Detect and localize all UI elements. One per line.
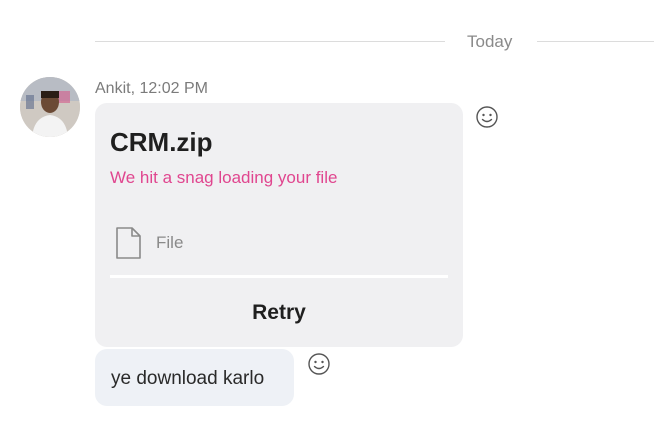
- divider-line-left: [95, 41, 445, 42]
- smiley-icon[interactable]: [307, 352, 331, 376]
- file-attachment-card[interactable]: CRM.zip We hit a snag loading your file …: [95, 103, 463, 347]
- avatar[interactable]: [20, 77, 80, 137]
- message-text: ye download karlo: [111, 368, 265, 389]
- smiley-icon[interactable]: [475, 105, 499, 129]
- file-type-row: File: [115, 227, 183, 259]
- date-divider: Today: [95, 28, 654, 56]
- message-sender-timestamp: Ankit, 12:02 PM: [95, 80, 208, 97]
- file-type-label: File: [156, 233, 184, 252]
- text-message-bubble[interactable]: ye download karlo: [95, 349, 294, 406]
- card-divider: [110, 275, 448, 278]
- divider-line-right: [537, 41, 654, 42]
- retry-button[interactable]: Retry: [95, 279, 463, 347]
- file-error-message: We hit a snag loading your file: [110, 168, 338, 187]
- document-icon: [116, 227, 141, 259]
- file-name: CRM.zip: [110, 127, 213, 157]
- date-divider-label: Today: [467, 32, 513, 51]
